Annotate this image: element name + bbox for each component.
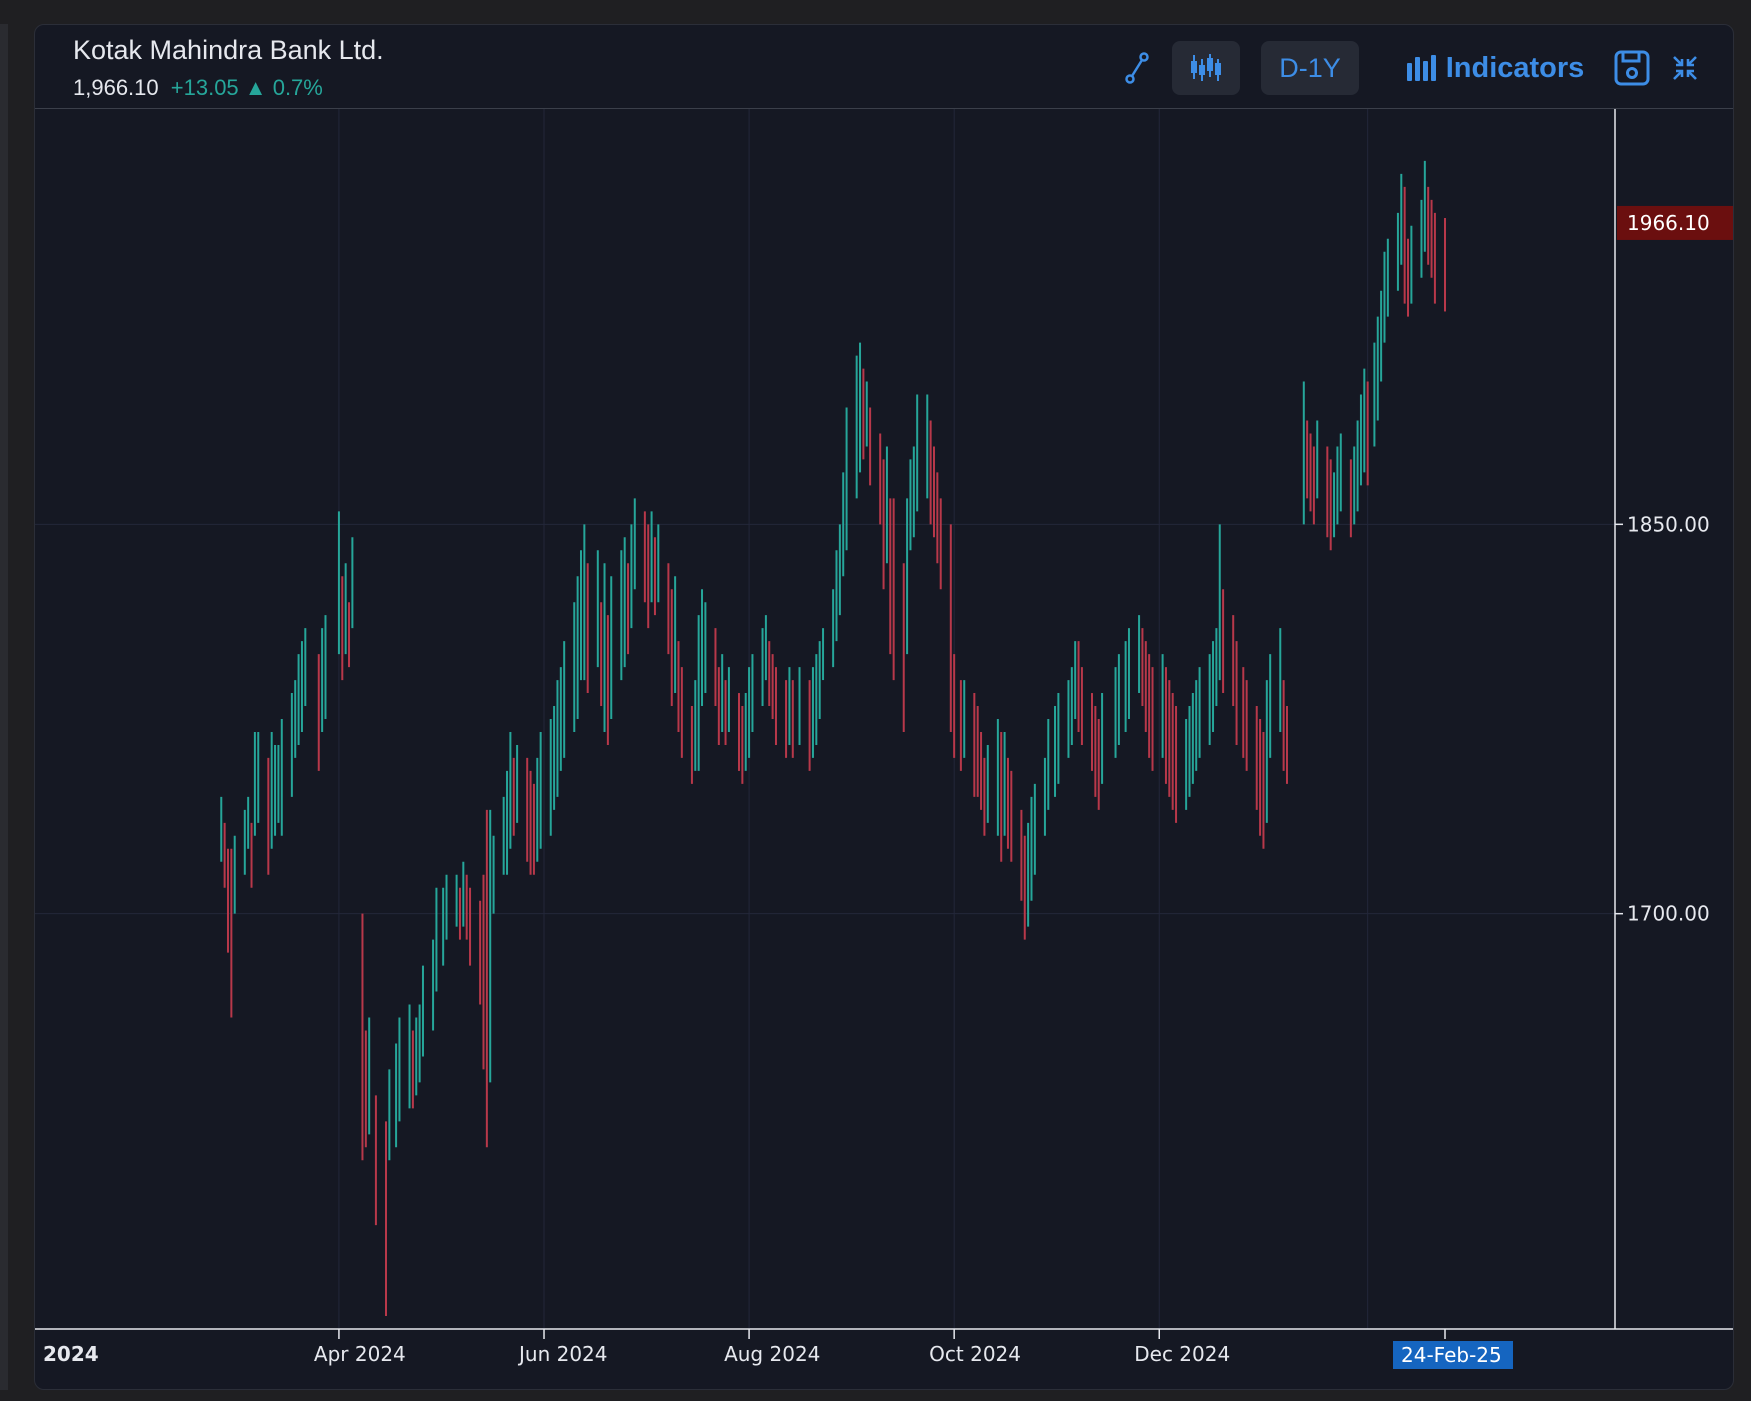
price-change: +13.05 ▲ 0.7% — [171, 75, 323, 100]
x-tick-label: Oct 2024 — [929, 1342, 1021, 1366]
y-tick-label: 1700.00 — [1627, 902, 1710, 926]
price-quote: 1,966.10 +13.05 ▲ 0.7% — [73, 75, 323, 101]
y-tick-label: 1850.00 — [1627, 512, 1710, 536]
chart-panel: Kotak Mahindra Bank Ltd. 1,966.10 +13.05… — [34, 24, 1734, 1390]
draw-tool-button[interactable] — [1115, 41, 1159, 95]
last-price-label: 1966.10 — [1627, 211, 1710, 235]
indicators-button[interactable]: Indicators — [1395, 41, 1595, 95]
change-percent: 0.7% — [272, 75, 323, 100]
chart-grid — [35, 109, 1615, 1329]
last-date-label: 24-Feb-25 — [1401, 1343, 1502, 1367]
x-tick-label: Aug 2024 — [724, 1342, 820, 1366]
draw-tool-icon — [1125, 52, 1149, 84]
chart-header: Kotak Mahindra Bank Ltd. 1,966.10 +13.05… — [35, 25, 1733, 109]
change-value: +13.05 — [170, 75, 239, 100]
ohlc-bars — [220, 160, 1446, 1317]
up-arrow-icon: ▲ — [244, 75, 267, 100]
save-icon — [1614, 50, 1650, 86]
x-tick-label: Apr 2024 — [314, 1342, 406, 1366]
left-panel-edge — [0, 24, 8, 1390]
indicators-label: Indicators — [1445, 51, 1585, 84]
price-chart[interactable]: 1850.00 1700.00 1966.10 2024 Apr 2024 Jun 202… — [35, 109, 1734, 1389]
candlestick-icon — [1191, 54, 1221, 81]
x-tick-label: Dec 2024 — [1134, 1342, 1230, 1366]
x-tick-label: Jun 2024 — [517, 1342, 608, 1366]
instrument-title: Kotak Mahindra Bank Ltd. — [73, 35, 384, 65]
chart-type-button[interactable] — [1172, 41, 1240, 95]
collapse-icon — [1673, 56, 1697, 80]
save-button[interactable] — [1607, 41, 1657, 95]
collapse-button[interactable] — [1663, 41, 1707, 95]
x-tick-label: 2024 — [43, 1342, 99, 1366]
chart-axes: 1850.00 1700.00 1966.10 2024 Apr 2024 Jun 202… — [35, 109, 1733, 1369]
period-selector[interactable]: D-1Y — [1261, 41, 1359, 95]
last-price: 1,966.10 — [73, 75, 159, 100]
bar-chart-icon — [1406, 55, 1436, 81]
